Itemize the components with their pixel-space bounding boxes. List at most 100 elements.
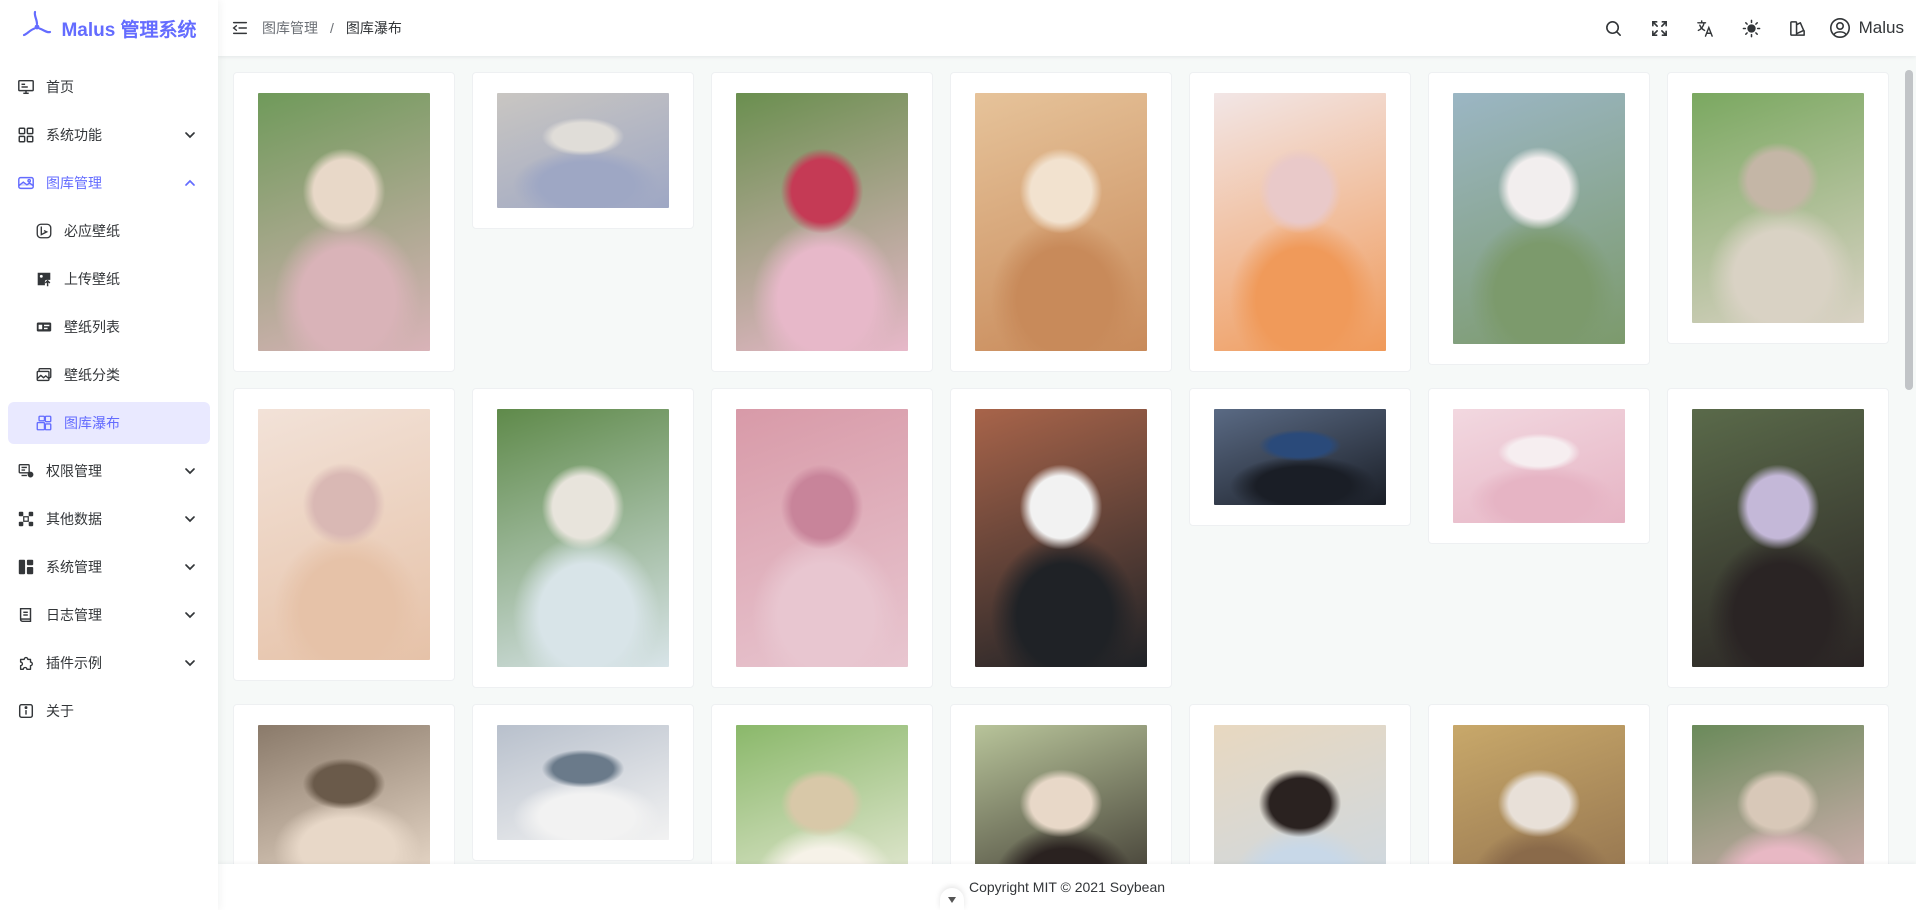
- chevron-down-icon: [182, 607, 198, 623]
- user-menu[interactable]: Malus: [1821, 17, 1904, 39]
- gallery-card[interactable]: [950, 388, 1172, 688]
- sidebar-item-3[interactable]: 必应壁纸: [8, 210, 210, 252]
- gallery-card[interactable]: [711, 388, 933, 688]
- malus-logo-icon: [21, 9, 53, 47]
- gallery-photo[interactable]: [258, 93, 430, 351]
- search-button[interactable]: [1591, 0, 1637, 56]
- content-scrollbar[interactable]: [1902, 56, 1916, 864]
- sidebar-item-label: 其他数据: [46, 511, 102, 527]
- fullscreen-button[interactable]: [1637, 0, 1683, 56]
- sidebar-item-label: 系统管理: [46, 559, 102, 575]
- gallery-card[interactable]: [1667, 704, 1889, 864]
- gallery-photo[interactable]: [1692, 725, 1864, 864]
- gallery-photo[interactable]: [1214, 725, 1386, 864]
- sidebar-item-6[interactable]: 壁纸分类: [8, 354, 210, 396]
- page-footer: Copyright MIT © 2021 Soybean: [218, 864, 1916, 910]
- image-waterfall-grid: [233, 72, 1916, 864]
- sidebar-item-4[interactable]: 上传壁纸: [8, 258, 210, 300]
- sidebar-item-11[interactable]: 日志管理: [8, 594, 210, 636]
- info-icon: [16, 701, 36, 721]
- gallery-card[interactable]: [233, 388, 455, 681]
- gallery-card[interactable]: [472, 704, 694, 861]
- sidebar-item-label: 权限管理: [46, 463, 102, 479]
- gallery-photo[interactable]: [258, 409, 430, 660]
- breadcrumb-item-current[interactable]: 图库瀑布: [346, 18, 402, 38]
- sidebar-item-label: 关于: [46, 703, 74, 719]
- chevron-down-icon: [182, 559, 198, 575]
- gallery-card[interactable]: [1428, 704, 1650, 864]
- sidebar-item-2[interactable]: 图库管理: [8, 162, 210, 204]
- gallery-photo[interactable]: [1214, 93, 1386, 351]
- gallery-card[interactable]: [1667, 388, 1889, 688]
- upload-image-icon: [34, 269, 54, 289]
- gallery-card[interactable]: [233, 72, 455, 372]
- gallery-card[interactable]: [950, 72, 1172, 372]
- sidebar-item-label: 壁纸分类: [64, 367, 120, 383]
- gallery-photo[interactable]: [975, 93, 1147, 351]
- gallery-card[interactable]: [1428, 388, 1650, 544]
- breadcrumb-item-gallery[interactable]: 图库管理: [262, 18, 318, 38]
- theme-toggle-button[interactable]: [1729, 0, 1775, 56]
- desktop-icon: [16, 77, 36, 97]
- gallery-icon: [16, 173, 36, 193]
- gallery-card[interactable]: [711, 704, 933, 864]
- gallery-card[interactable]: [233, 704, 455, 864]
- gallery-photo[interactable]: [497, 725, 669, 840]
- sidebar-item-7[interactable]: 图库瀑布: [8, 402, 210, 444]
- sidebar-item-5[interactable]: 壁纸列表: [8, 306, 210, 348]
- sidebar-item-10[interactable]: 系统管理: [8, 546, 210, 588]
- sidebar-item-12[interactable]: 插件示例: [8, 642, 210, 684]
- gallery-photo[interactable]: [1453, 409, 1625, 523]
- gallery-photo[interactable]: [1692, 409, 1864, 667]
- chevron-down-icon: [182, 127, 198, 143]
- gallery-photo[interactable]: [975, 725, 1147, 864]
- gallery-card[interactable]: [1189, 704, 1411, 864]
- chevron-down-icon: [182, 511, 198, 527]
- category-icon: [34, 365, 54, 385]
- theme-config-button[interactable]: [1775, 0, 1821, 56]
- data-icon: [16, 509, 36, 529]
- gallery-photo[interactable]: [975, 409, 1147, 667]
- gallery-photo[interactable]: [497, 93, 669, 208]
- gallery-photo[interactable]: [736, 93, 908, 351]
- fullscreen-icon: [1652, 20, 1668, 36]
- gallery-card[interactable]: [950, 704, 1172, 864]
- gallery-photo[interactable]: [1692, 93, 1864, 323]
- gallery-card[interactable]: [1189, 72, 1411, 372]
- gallery-card[interactable]: [1667, 72, 1889, 344]
- gallery-card[interactable]: [1189, 388, 1411, 526]
- sidebar-item-1[interactable]: 系统功能: [8, 114, 210, 156]
- gallery-photo[interactable]: [497, 409, 669, 667]
- user-name: Malus: [1858, 18, 1904, 37]
- gallery-card[interactable]: [472, 388, 694, 688]
- top-header: 图库管理 / 图库瀑布 Malus: [218, 0, 1916, 56]
- chevron-down-icon: [948, 897, 956, 903]
- sidebar-item-9[interactable]: 其他数据: [8, 498, 210, 540]
- plugin-icon: [16, 653, 36, 673]
- gallery-photo[interactable]: [258, 725, 430, 864]
- gallery-card[interactable]: [1428, 72, 1650, 365]
- dashboard-icon: [16, 557, 36, 577]
- user-avatar-icon: [1829, 18, 1850, 38]
- log-icon: [16, 605, 36, 625]
- header-actions: Malus: [1591, 0, 1904, 56]
- chevron-down-icon: [182, 463, 198, 479]
- theme-config-icon: [1790, 20, 1806, 36]
- gallery-photo[interactable]: [736, 725, 908, 864]
- sidebar-item-0[interactable]: 首页: [8, 66, 210, 108]
- language-button[interactable]: [1683, 0, 1729, 56]
- gallery-photo[interactable]: [1453, 93, 1625, 344]
- grid-icon: [16, 125, 36, 145]
- gallery-photo[interactable]: [1214, 409, 1386, 505]
- gallery-card[interactable]: [711, 72, 933, 372]
- translate-icon: [1697, 19, 1714, 37]
- gallery-photo[interactable]: [736, 409, 908, 667]
- sidebar-item-8[interactable]: 权限管理: [8, 450, 210, 492]
- app-logo[interactable]: Malus 管理系统: [0, 0, 218, 56]
- gallery-photo[interactable]: [1453, 725, 1625, 864]
- gallery-card[interactable]: [472, 72, 694, 229]
- scrollbar-thumb[interactable]: [1905, 70, 1913, 390]
- back-to-top-button[interactable]: [940, 888, 964, 910]
- menu-collapse-button[interactable]: [218, 0, 262, 56]
- sidebar-item-13[interactable]: 关于: [8, 690, 210, 732]
